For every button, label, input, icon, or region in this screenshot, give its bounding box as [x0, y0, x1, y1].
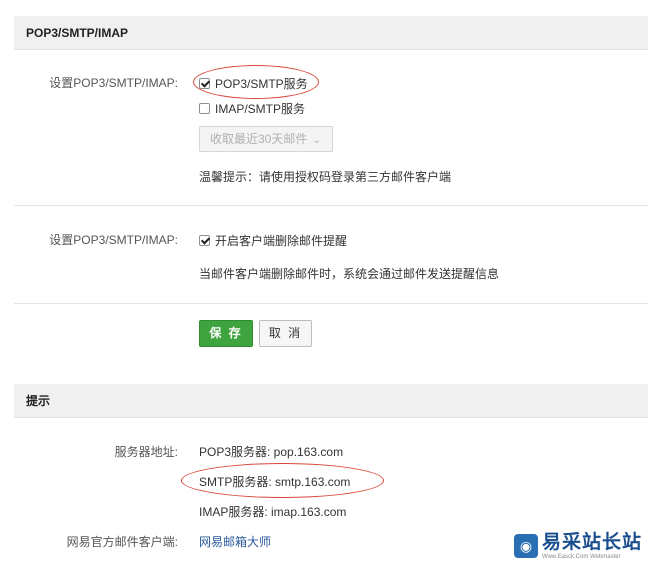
imap-server: IMAP服务器: imap.163.com — [199, 505, 347, 519]
section-title: POP3/SMTP/IMAP — [26, 26, 129, 40]
setting-label: 设置POP3/SMTP/IMAP: — [49, 76, 178, 90]
delete-alert-checkbox[interactable] — [199, 235, 210, 246]
watermark-logo: ◉ 易采站长站 Www.Easck.Com Webmaster — [514, 528, 648, 564]
chevron-down-icon: ⌄ — [312, 135, 321, 146]
divider — [14, 303, 648, 304]
section-header-pop3: POP3/SMTP/IMAP — [14, 16, 648, 50]
section-header-tips: 提示 — [14, 384, 648, 418]
divider — [14, 205, 648, 206]
client-label: 网易官方邮件客户端: — [66, 535, 178, 549]
delete-alert-label: 开启客户端删除邮件提醒 — [215, 234, 348, 248]
annotation-ellipse — [193, 65, 319, 99]
pop3-server: POP3服务器: pop.163.com — [199, 445, 344, 459]
server-address-label: 服务器地址: — [114, 445, 178, 459]
imap-smtp-option[interactable]: IMAP/SMTP服务 — [199, 100, 305, 117]
imap-smtp-label: IMAP/SMTP服务 — [215, 102, 306, 116]
cancel-button[interactable]: 取 消 — [259, 320, 312, 347]
auth-code-hint: 温馨提示：请使用授权码登录第三方邮件客户端 — [199, 170, 452, 184]
logo-icon: ◉ — [514, 534, 538, 558]
annotation-ellipse — [181, 463, 384, 498]
imap-smtp-checkbox[interactable] — [199, 103, 210, 114]
setting-label: 设置POP3/SMTP/IMAP: — [49, 233, 178, 247]
receive-range-value: 收取最近30天邮件 — [210, 132, 308, 146]
section-title: 提示 — [26, 394, 51, 408]
watermark-title: 易采站长站 — [542, 531, 643, 553]
watermark-subtitle: Www.Easck.Com Webmaster — [542, 553, 621, 560]
delete-alert-hint: 当邮件客户端删除邮件时，系统会通过邮件发送提醒信息 — [199, 267, 500, 281]
save-button[interactable]: 保 存 — [199, 320, 253, 347]
delete-alert-option[interactable]: 开启客户端删除邮件提醒 — [199, 232, 347, 249]
receive-range-select: 收取最近30天邮件 ⌄ — [199, 126, 333, 152]
client-link[interactable]: 网易邮箱大师 — [199, 533, 271, 550]
